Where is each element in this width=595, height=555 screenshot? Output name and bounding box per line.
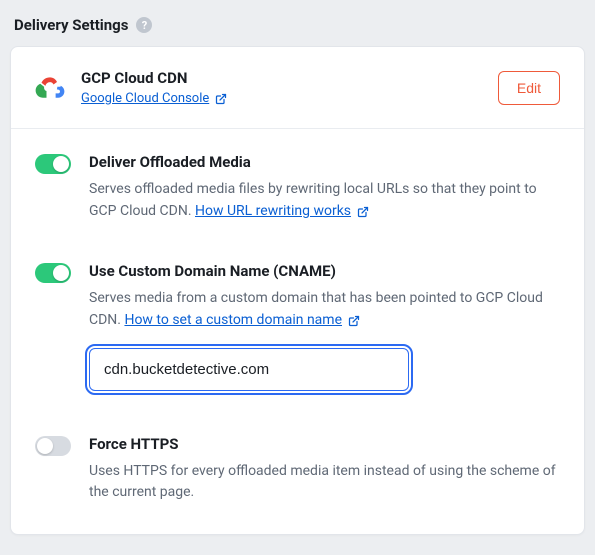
provider-name: GCP Cloud CDN	[81, 69, 482, 87]
setting-custom-domain: Use Custom Domain Name (CNAME) Serves me…	[11, 232, 584, 400]
delivery-panel: GCP Cloud CDN Google Cloud Console Edit …	[10, 46, 585, 535]
provider-console-link-label: Google Cloud Console	[81, 91, 209, 106]
external-link-icon	[348, 315, 360, 327]
setting-title: Use Custom Domain Name (CNAME)	[89, 262, 560, 280]
provider-row: GCP Cloud CDN Google Cloud Console Edit	[11, 47, 584, 129]
setting-deliver-media: Deliver Offloaded Media Serves offloaded…	[11, 129, 584, 232]
toggle-force-https[interactable]	[35, 436, 71, 456]
custom-domain-input[interactable]	[89, 348, 409, 391]
setting-title: Deliver Offloaded Media	[89, 153, 560, 171]
setting-description: Serves offloaded media files by rewritin…	[89, 179, 560, 222]
external-link-icon	[357, 206, 369, 218]
section-title: Delivery Settings	[14, 16, 128, 34]
url-rewriting-help-link[interactable]: How URL rewriting works	[195, 201, 369, 223]
setting-description: Serves media from a custom domain that h…	[89, 288, 560, 331]
link-label: How to set a custom domain name	[124, 310, 342, 332]
setting-description: Uses HTTPS for every offloaded media ite…	[89, 461, 560, 504]
setting-force-https: Force HTTPS Uses HTTPS for every offload…	[11, 401, 584, 514]
setting-title: Force HTTPS	[89, 435, 560, 453]
edit-provider-button[interactable]: Edit	[498, 71, 560, 105]
custom-domain-help-link[interactable]: How to set a custom domain name	[124, 310, 360, 332]
external-link-icon	[215, 93, 227, 105]
toggle-custom-domain[interactable]	[35, 263, 71, 283]
section-header: Delivery Settings ?	[10, 12, 585, 46]
toggle-deliver-media[interactable]	[35, 154, 71, 174]
help-icon[interactable]: ?	[136, 17, 152, 33]
link-label: How URL rewriting works	[195, 201, 351, 223]
provider-console-link[interactable]: Google Cloud Console	[81, 91, 227, 106]
gcp-logo-icon	[35, 73, 65, 103]
